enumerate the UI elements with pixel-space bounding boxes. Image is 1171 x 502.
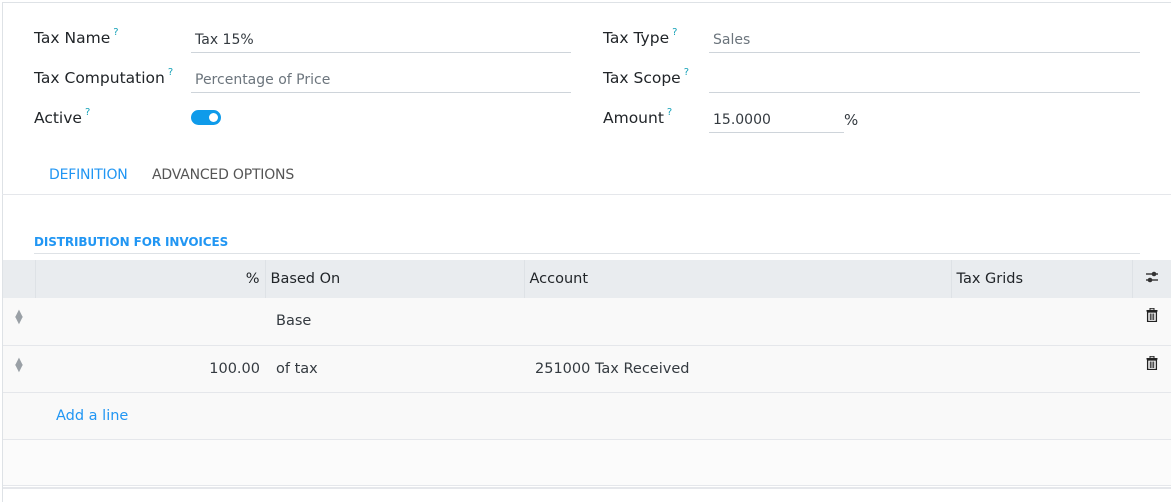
amount-suffix: % <box>844 111 859 129</box>
table-row[interactable]: ▲ ▼ Base <box>3 298 1171 345</box>
cell-tax-grids[interactable] <box>951 345 1132 392</box>
tab-advanced-options[interactable]: ADVANCED OPTIONS <box>152 167 294 183</box>
cell-based-on[interactable]: of tax <box>265 345 524 392</box>
amount-label: Amount? <box>603 107 673 128</box>
handle-column-header <box>3 260 35 298</box>
tax-type-label: Tax Type? <box>603 27 678 48</box>
cell-percent[interactable] <box>35 298 265 345</box>
column-header-based-on[interactable]: Based On <box>264 260 524 298</box>
add-line-link[interactable]: Add a line <box>56 408 128 424</box>
distribution-table: % Based On Account Tax Grids ▲ ▼ Base ▲ ▼ … <box>3 260 1171 486</box>
tab-definition[interactable]: DEFINITION <box>49 167 128 183</box>
tax-type-select[interactable]: Sales <box>709 27 1140 53</box>
section-divider <box>34 253 1140 254</box>
tax-scope-select[interactable] <box>709 67 1140 93</box>
drag-handle-icon[interactable]: ▲ ▼ <box>3 298 35 345</box>
tax-scope-label: Tax Scope? <box>603 67 690 88</box>
empty-row <box>3 439 1171 485</box>
cell-percent[interactable]: 100.00 <box>35 345 265 392</box>
help-icon[interactable]: ? <box>672 27 677 38</box>
tab-divider <box>2 194 1171 195</box>
optional-columns-toggle[interactable] <box>1131 260 1171 298</box>
help-icon[interactable]: ? <box>684 67 689 78</box>
help-icon[interactable]: ? <box>85 107 90 118</box>
tax-computation-label: Tax Computation? <box>34 67 174 88</box>
tax-name-label: Tax Name? <box>34 27 119 48</box>
section-title: DISTRIBUTION FOR INVOICES <box>34 235 229 249</box>
active-toggle[interactable] <box>191 110 221 125</box>
toggle-knob <box>209 113 218 122</box>
sliders-icon <box>1145 271 1158 283</box>
delete-row-button[interactable] <box>1132 345 1171 392</box>
help-icon[interactable]: ? <box>168 67 173 78</box>
table-row[interactable]: ▲ ▼ 100.00 of tax 251000 Tax Received <box>3 345 1171 392</box>
cell-account[interactable]: 251000 Tax Received <box>524 345 951 392</box>
cell-tax-grids[interactable] <box>951 298 1132 345</box>
add-line-row: Add a line <box>3 392 1171 439</box>
cell-based-on[interactable]: Base <box>265 298 524 345</box>
help-icon[interactable]: ? <box>113 27 118 38</box>
trash-icon <box>1146 355 1157 370</box>
column-header-percent[interactable]: % <box>34 260 265 298</box>
cell-account[interactable] <box>524 298 951 345</box>
active-label: Active? <box>34 107 91 128</box>
column-header-tax-grids[interactable]: Tax Grids <box>950 260 1132 298</box>
column-header-account[interactable]: Account <box>523 260 951 298</box>
help-icon[interactable]: ? <box>667 107 672 118</box>
tax-computation-select[interactable]: Percentage of Price <box>191 67 571 93</box>
tax-name-input[interactable]: Tax 15% <box>191 27 571 53</box>
notebook-tabs: DEFINITION ADVANCED OPTIONS <box>34 160 302 195</box>
table-bottom-border <box>3 487 1171 489</box>
delete-row-button[interactable] <box>1132 298 1171 345</box>
drag-handle-icon[interactable]: ▲ ▼ <box>3 345 35 392</box>
trash-icon <box>1146 307 1157 323</box>
amount-input[interactable]: 15.0000 <box>709 107 844 133</box>
table-header-row: % Based On Account Tax Grids <box>3 260 1171 298</box>
